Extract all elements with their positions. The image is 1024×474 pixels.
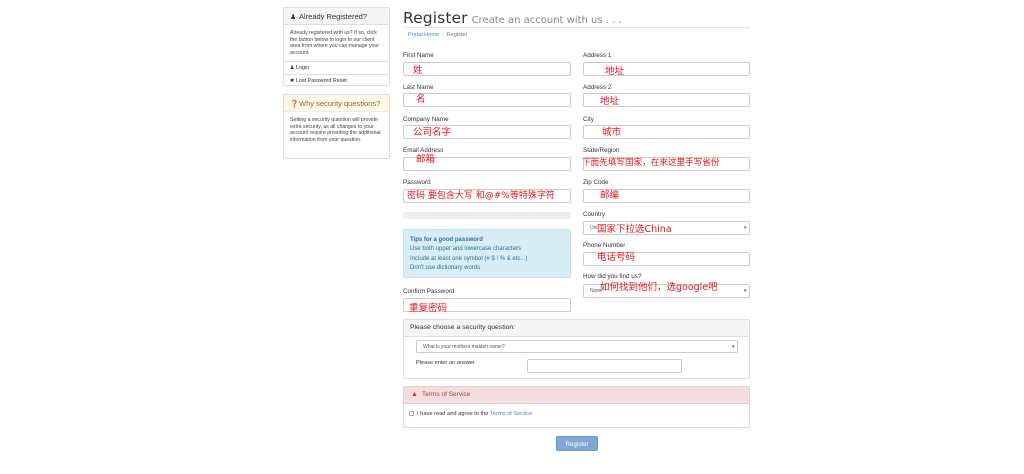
country-annotation: 国家下拉选China: [597, 224, 672, 235]
chevron-down-icon: ▾: [744, 225, 747, 231]
terms-agree-row: I have read and agree to the Terms of Se…: [404, 404, 749, 417]
login-label: Login: [296, 65, 310, 71]
page-title: Register Create an account with us . . .: [403, 9, 622, 27]
password-tip-line: Include at least one symbol (# $ ! % & e…: [410, 255, 528, 262]
company-name-annotation: 公司名字: [413, 127, 452, 138]
security-question-selected: What is your mothers maiden name?: [423, 344, 505, 350]
login-link[interactable]: ♟ Login: [284, 61, 389, 74]
city-label: City: [583, 116, 594, 123]
company-name-label: Company Name: [403, 116, 449, 123]
chevron-down-icon: ▾: [744, 288, 747, 294]
lost-password-link[interactable]: ✱ Lost Password Reset: [284, 74, 389, 87]
security-info-title: Why security questions?: [299, 99, 381, 108]
state-annotation: 下面先填写国家，在来这里手写省份: [582, 158, 720, 168]
password-tip-line: Use both upper and lowercase characters: [410, 246, 522, 253]
security-info-heading: ❓Why security questions?: [284, 95, 389, 112]
last-name-input[interactable]: [403, 93, 571, 107]
security-info-panel: ❓Why security questions? Setting a secur…: [283, 94, 390, 159]
email-annotation: 邮箱: [416, 154, 436, 165]
page-subtitle: Create an account with us . . .: [471, 15, 622, 26]
address2-label: Address 2: [583, 84, 612, 91]
register-button[interactable]: Register: [556, 436, 598, 451]
password-label: Password: [403, 179, 431, 186]
terms-of-service-link[interactable]: Terms of Service: [490, 411, 532, 417]
already-registered-heading: ♟ Already Registered?: [284, 8, 389, 25]
breadcrumb: Portal Home / Register: [408, 32, 468, 38]
terms-of-service-title: Terms of Service: [422, 391, 471, 398]
zip-code-annotation: 邮编: [600, 190, 620, 201]
already-registered-title: Already Registered?: [299, 12, 367, 21]
password-strength-bar: [403, 212, 571, 219]
terms-of-service-heading: ▲ Terms of Service: [404, 387, 749, 404]
first-name-input[interactable]: [403, 62, 571, 76]
already-registered-text: Already registered with us? If so, click…: [290, 30, 380, 56]
question-circle-icon: ❓: [290, 101, 299, 108]
find-us-label: How did you find us?: [583, 273, 642, 280]
state-label: State/Region: [583, 147, 620, 154]
security-info-text: Setting a security question will provide…: [290, 117, 381, 143]
breadcrumb-current: Register: [446, 32, 468, 38]
last-name-label: Last Name: [403, 84, 434, 91]
phone-number-annotation: 电话号码: [597, 252, 636, 263]
address1-annotation: 地址: [605, 66, 625, 77]
terms-agree-checkbox[interactable]: [409, 411, 414, 416]
chevron-down-icon: ▾: [732, 344, 735, 350]
first-name-label: First Name: [403, 52, 434, 59]
security-answer-label: Please enter an answer: [416, 360, 475, 366]
city-annotation: 城市: [602, 127, 622, 138]
find-us-annotation: 如何找到他们，选google吧: [600, 282, 718, 293]
first-name-annotation: 姓: [413, 65, 423, 76]
header-divider: [403, 27, 750, 28]
page-title-main: Register: [403, 9, 468, 27]
confirm-password-annotation: 重复密码: [409, 303, 448, 314]
warning-icon: ▲: [411, 391, 418, 398]
security-answer-input[interactable]: [527, 359, 682, 373]
password-tips-box: Tips for a good password Use both upper …: [403, 229, 571, 278]
lost-password-label: Lost Password Reset: [296, 78, 347, 84]
breadcrumb-separator: /: [442, 32, 444, 38]
password-tip-line: Don't use dictionary words: [410, 264, 481, 271]
password-annotation: 密码 要包含大写 和@#%等特殊字符: [407, 191, 555, 201]
country-label: Country: [583, 211, 606, 218]
address1-label: Address 1: [583, 52, 612, 59]
address2-annotation: 地址: [600, 96, 620, 107]
already-registered-panel: ♟ Already Registered? Already registered …: [283, 7, 390, 86]
password-tips-title: Tips for a good password: [410, 237, 483, 243]
phone-number-label: Phone Number: [583, 242, 626, 249]
confirm-password-label: Confirm Password: [403, 288, 455, 295]
terms-agree-text: I have read and agree to the: [417, 411, 490, 417]
zip-code-label: Zip Code: [583, 179, 609, 186]
last-name-annotation: 名: [416, 94, 426, 105]
breadcrumb-portal-home[interactable]: Portal Home: [408, 32, 439, 38]
user-icon: ♟: [290, 14, 297, 21]
email-label: Email Address: [403, 147, 444, 154]
terms-of-service-panel: ▲ Terms of Service I have read and agree …: [403, 386, 750, 428]
security-question-heading: Please choose a security question:: [404, 320, 749, 337]
